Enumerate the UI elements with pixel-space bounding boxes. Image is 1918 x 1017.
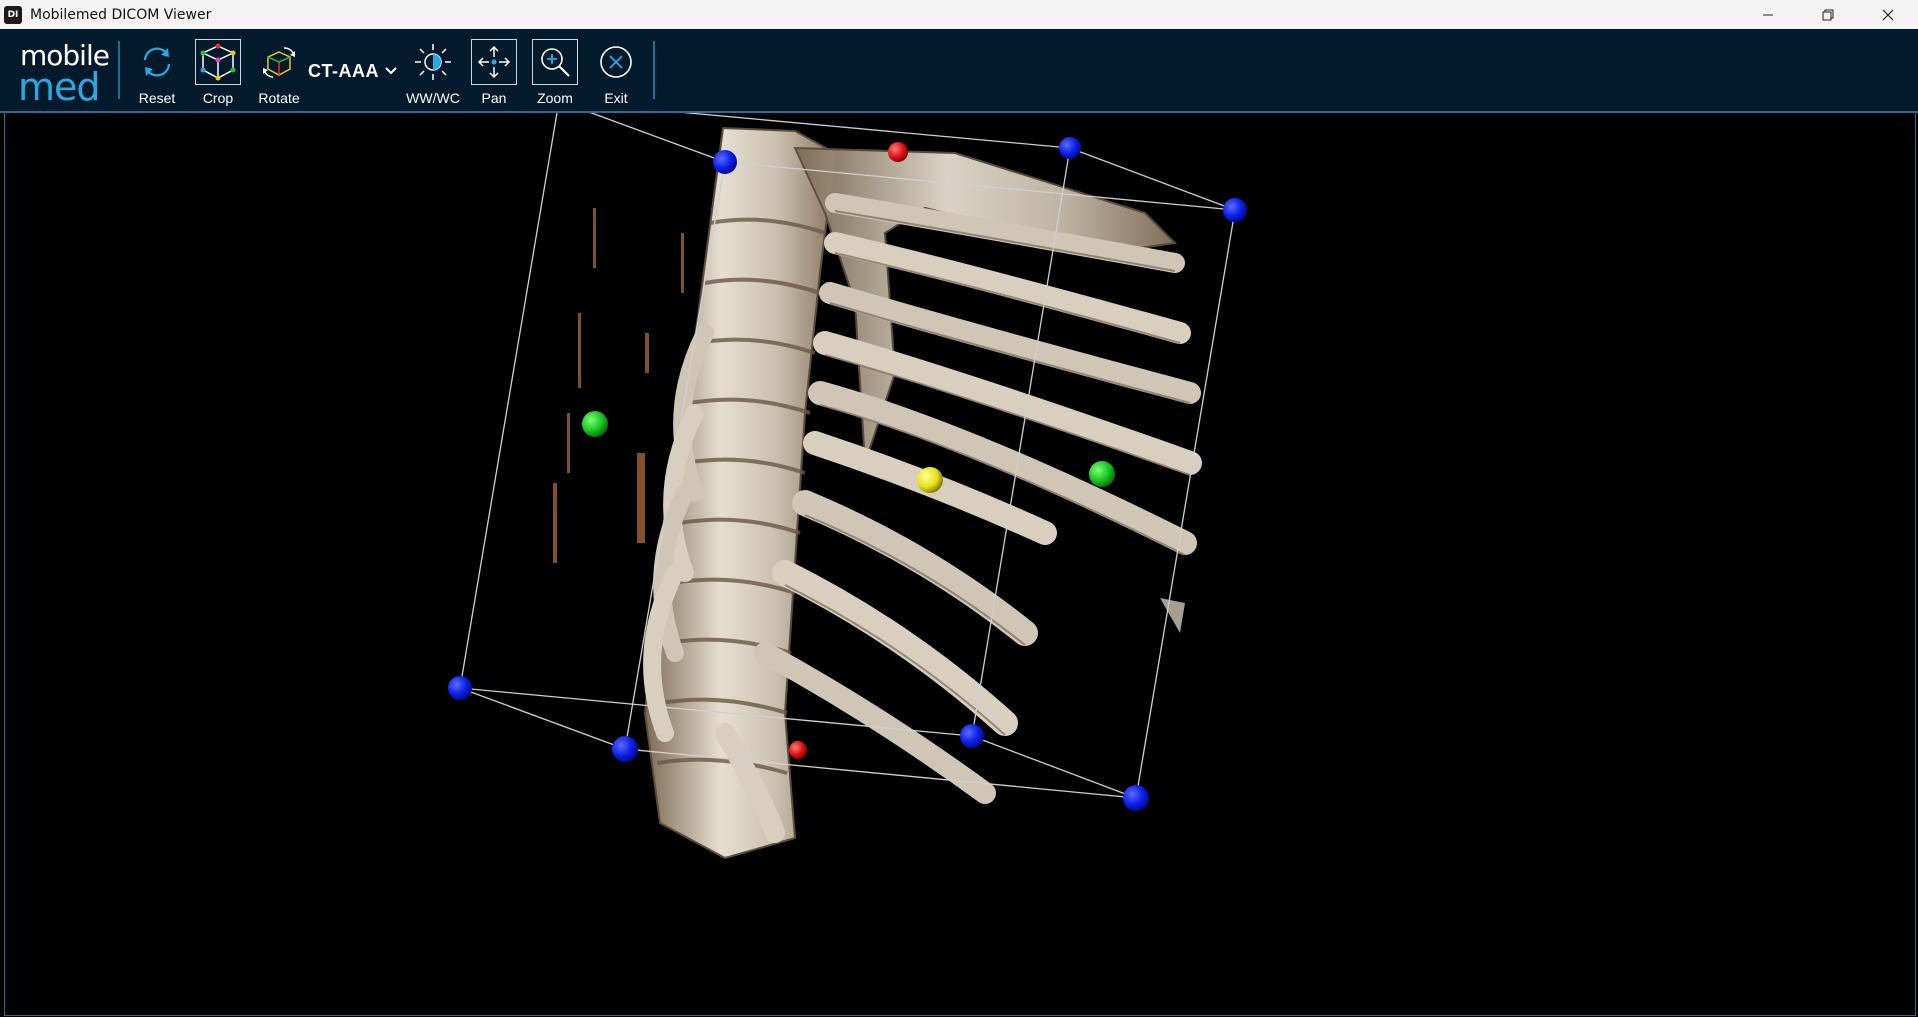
corner-handle[interactable] (1223, 198, 1247, 222)
rotate-cube-icon (256, 39, 302, 85)
close-icon (1882, 9, 1894, 20)
dicom-app-icon: DI (4, 5, 22, 24)
exit-button[interactable]: Exit (588, 35, 644, 107)
restore-icon (1822, 9, 1834, 20)
face-handle-left[interactable] (582, 411, 608, 437)
zoom-in-icon (532, 39, 578, 85)
rotate-label: Rotate (258, 90, 300, 106)
reset-label: Reset (138, 90, 176, 106)
pan-label: Pan (481, 90, 507, 106)
exit-label: Exit (604, 90, 628, 106)
pan-button[interactable]: Pan (466, 35, 522, 107)
corner-handle[interactable] (713, 150, 737, 174)
crop-button[interactable]: Crop (190, 35, 246, 107)
toolbar-divider-end (653, 41, 655, 99)
title-bar: DI Mobilemed DICOM Viewer (0, 0, 1918, 29)
window-title: Mobilemed DICOM Viewer (30, 6, 212, 23)
reset-icon (134, 39, 180, 85)
window-controls (1738, 0, 1918, 29)
close-button[interactable] (1858, 0, 1918, 29)
corner-handle[interactable] (612, 736, 638, 762)
zoom-button[interactable]: Zoom (527, 35, 583, 107)
toolbar: mobile med Reset Crop Rotate CT-AAA WW/W… (0, 29, 1918, 113)
rotate-button[interactable]: Rotate (251, 35, 307, 107)
restore-button[interactable] (1798, 0, 1858, 29)
volume-render-canvas[interactable] (5, 113, 1915, 1015)
crop-cube-icon (195, 39, 241, 85)
chevron-down-icon (385, 67, 397, 75)
corner-handle[interactable] (1123, 785, 1149, 811)
exit-icon (593, 39, 639, 85)
crop-label: Crop (202, 90, 234, 106)
face-handle-bottom[interactable] (789, 741, 807, 759)
mobilemed-logo: mobile med (18, 39, 114, 109)
corner-handle[interactable] (960, 724, 984, 748)
reset-button[interactable]: Reset (129, 35, 185, 107)
center-handle[interactable] (917, 467, 943, 493)
minimize-button[interactable] (1738, 0, 1798, 29)
corner-handle[interactable] (448, 676, 472, 700)
wwwc-button[interactable]: WW/WC (405, 35, 461, 107)
toolbar-divider (118, 41, 120, 99)
logo-line2: med (18, 65, 101, 109)
zoom-label: Zoom (537, 90, 573, 106)
3d-viewport[interactable] (4, 113, 1916, 1016)
corner-handle[interactable] (1059, 137, 1081, 159)
spine-volume-render (553, 126, 1202, 860)
face-handle-right[interactable] (1089, 461, 1115, 487)
preset-value: CT-AAA (308, 60, 379, 81)
minimize-icon (1763, 14, 1773, 15)
preset-dropdown[interactable]: CT-AAA (308, 54, 397, 88)
brightness-icon (410, 39, 456, 85)
wwwc-label: WW/WC (406, 90, 460, 106)
pan-icon (471, 39, 517, 85)
face-handle-top[interactable] (888, 142, 908, 162)
